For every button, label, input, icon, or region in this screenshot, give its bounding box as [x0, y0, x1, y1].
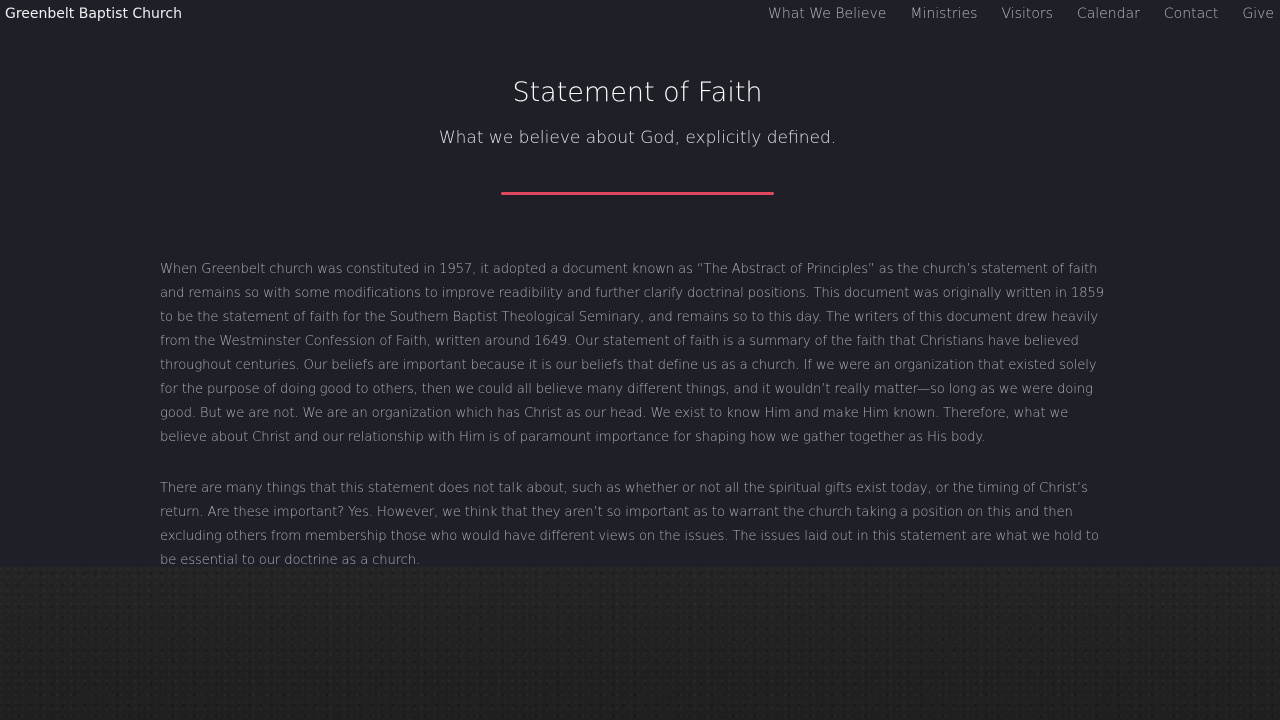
nav-link-contact[interactable]: Contact	[1164, 5, 1218, 23]
nav-link-give[interactable]: Give	[1242, 5, 1274, 23]
statement-content: When Greenbelt church was constituted in…	[160, 258, 1115, 600]
page: Greenbelt Baptist Church What We Believe…	[0, 0, 1280, 720]
nav-link-visitors[interactable]: Visitors	[1001, 5, 1052, 23]
nav-link-ministries[interactable]: Ministries	[910, 5, 977, 23]
accent-divider	[501, 192, 774, 195]
textured-footer-background	[0, 567, 1280, 720]
nav-links: What We Believe Ministries Visitors Cale…	[768, 5, 1274, 23]
top-navbar: Greenbelt Baptist Church What We Believe…	[0, 0, 1280, 30]
statement-paragraph: There are many things that this statemen…	[160, 481, 1099, 568]
nav-link-calendar[interactable]: Calendar	[1077, 5, 1140, 23]
statement-paragraph: When Greenbelt church was constituted in…	[160, 262, 1104, 445]
main-section: Greenbelt Baptist Church What We Believe…	[0, 0, 1280, 568]
page-subtitle: What we believe about God, explicitly de…	[438, 128, 837, 148]
nav-link-what-we-believe[interactable]: What We Believe	[768, 5, 886, 23]
brand-link[interactable]: Greenbelt Baptist Church	[5, 5, 182, 23]
page-title: Statement of Faith	[512, 77, 763, 108]
